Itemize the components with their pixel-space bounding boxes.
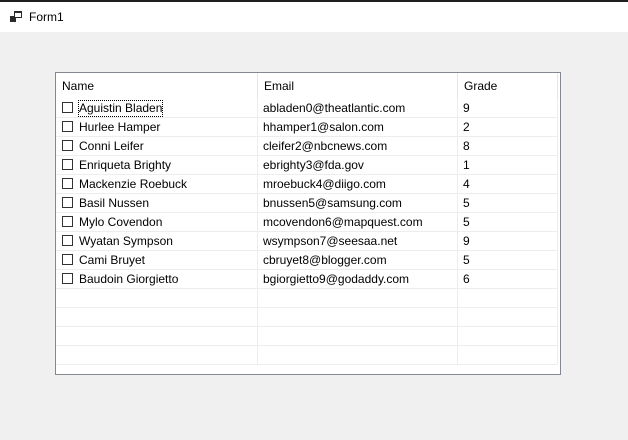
column-header-email[interactable]: Email	[258, 73, 458, 99]
grade-cell: 5	[458, 251, 558, 270]
email-cell: ebrighty3@fda.gov	[258, 156, 458, 175]
email-cell: mcovendon6@mapquest.com	[258, 213, 458, 232]
row-checkbox[interactable]	[62, 235, 73, 246]
row-checkbox[interactable]	[62, 254, 73, 265]
grade-cell	[458, 308, 558, 327]
email-cell: abladen0@theatlantic.com	[258, 99, 458, 118]
row-checkbox[interactable]	[62, 273, 73, 284]
grade-cell: 1	[458, 156, 558, 175]
email-cell: bgiorgietto9@godaddy.com	[258, 270, 458, 289]
name-cell: Mylo Covendon	[56, 213, 258, 232]
table-row[interactable]: Baudoin Giorgietto bgiorgietto9@godaddy.c…	[56, 270, 560, 289]
grade-cell: 8	[458, 137, 558, 156]
name-text: Mackenzie Roebuck	[79, 177, 188, 191]
name-cell: Basil Nussen	[56, 194, 258, 213]
table-row[interactable]: Mackenzie Roebuck mroebuck4@diigo.com 4	[56, 175, 560, 194]
list-header: Name Email Grade	[56, 73, 560, 99]
table-row[interactable]: Basil Nussen bnussen5@samsung.com 5	[56, 194, 560, 213]
name-text: Wyatan Sympson	[79, 234, 173, 248]
name-text: Baudoin Giorgietto	[79, 272, 179, 286]
empty-row	[56, 308, 560, 327]
name-text: Basil Nussen	[79, 196, 150, 210]
grade-cell: 9	[458, 232, 558, 251]
name-cell: Wyatan Sympson	[56, 232, 258, 251]
name-cell: Hurlee Hamper	[56, 118, 258, 137]
name-text: Enriqueta Brighty	[79, 158, 172, 172]
name-cell: Enriqueta Brighty	[56, 156, 258, 175]
email-cell: hhamper1@salon.com	[258, 118, 458, 137]
student-list-view[interactable]: Name Email Grade Aguistin Bladen abladen0…	[55, 72, 561, 375]
email-cell: cleifer2@nbcnews.com	[258, 137, 458, 156]
name-cell	[56, 308, 258, 327]
window-title: Form1	[29, 10, 64, 24]
grade-cell	[458, 289, 558, 308]
table-row[interactable]: Aguistin Bladen abladen0@theatlantic.com 9	[56, 99, 560, 118]
table-row[interactable]: Hurlee Hamper hhamper1@salon.com 2	[56, 118, 560, 137]
name-cell: Aguistin Bladen	[56, 99, 258, 118]
row-checkbox[interactable]	[62, 121, 73, 132]
table-row[interactable]: Conni Leifer cleifer2@nbcnews.com 8	[56, 137, 560, 156]
email-cell: cbruyet8@blogger.com	[258, 251, 458, 270]
grade-cell	[458, 327, 558, 346]
name-cell: Mackenzie Roebuck	[56, 175, 258, 194]
name-cell	[56, 346, 258, 365]
grade-cell	[458, 346, 558, 365]
table-row[interactable]: Cami Bruyet cbruyet8@blogger.com 5	[56, 251, 560, 270]
empty-row	[56, 327, 560, 346]
name-text: Aguistin Bladen	[78, 100, 164, 117]
email-cell: mroebuck4@diigo.com	[258, 175, 458, 194]
list-rows: Aguistin Bladen abladen0@theatlantic.com 9…	[56, 99, 560, 365]
grade-cell: 6	[458, 270, 558, 289]
grade-cell: 2	[458, 118, 558, 137]
row-checkbox[interactable]	[62, 216, 73, 227]
row-checkbox[interactable]	[62, 159, 73, 170]
name-text: Hurlee Hamper	[79, 120, 161, 134]
empty-row	[56, 289, 560, 308]
name-cell: Conni Leifer	[56, 137, 258, 156]
row-checkbox[interactable]	[62, 102, 73, 113]
name-cell	[56, 327, 258, 346]
email-cell	[258, 289, 458, 308]
column-header-name[interactable]: Name	[56, 73, 258, 99]
email-cell: wsympson7@seesaa.net	[258, 232, 458, 251]
email-cell: bnussen5@samsung.com	[258, 194, 458, 213]
grade-cell: 9	[458, 99, 558, 118]
email-cell	[258, 346, 458, 365]
windows-form-icon	[10, 11, 22, 22]
grade-cell: 5	[458, 213, 558, 232]
row-checkbox[interactable]	[62, 197, 73, 208]
table-row[interactable]: Mylo Covendon mcovendon6@mapquest.com 5	[56, 213, 560, 232]
name-cell: Cami Bruyet	[56, 251, 258, 270]
email-cell	[258, 327, 458, 346]
table-row[interactable]: Wyatan Sympson wsympson7@seesaa.net 9	[56, 232, 560, 251]
name-text: Conni Leifer	[79, 139, 144, 153]
name-cell: Baudoin Giorgietto	[56, 270, 258, 289]
row-checkbox[interactable]	[62, 178, 73, 189]
name-text: Mylo Covendon	[79, 215, 163, 229]
email-cell	[258, 308, 458, 327]
table-row[interactable]: Enriqueta Brighty ebrighty3@fda.gov 1	[56, 156, 560, 175]
column-header-grade[interactable]: Grade	[458, 73, 558, 99]
title-bar[interactable]: Form1	[0, 2, 628, 32]
row-checkbox[interactable]	[62, 140, 73, 151]
name-cell	[56, 289, 258, 308]
empty-row	[56, 346, 560, 365]
grade-cell: 4	[458, 175, 558, 194]
grade-cell: 5	[458, 194, 558, 213]
name-text: Cami Bruyet	[79, 253, 146, 267]
